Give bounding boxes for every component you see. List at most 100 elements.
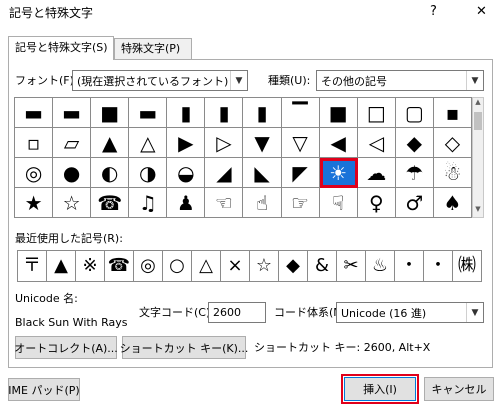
tab-symbols[interactable]: 記号と特殊文字(S)	[8, 36, 114, 60]
symbol-cell[interactable]: ☝	[243, 188, 282, 218]
chevron-down-icon: ▼	[466, 71, 483, 90]
symbol-cell[interactable]: ▲	[91, 128, 130, 158]
font-select[interactable]: (現在選択されているフォント) ▼	[72, 70, 248, 91]
symbol-cell[interactable]: ☟	[319, 188, 358, 218]
symbol-cell[interactable]: ◇	[433, 128, 472, 158]
symbol-grid[interactable]: ▬ ▬ ■ ▬ ▮ ▮ ▮ ▔ ■ □ ▢ ▪ ▫ ▱ ▲ △ ▶ ▷ ▼ ▽ ◀ ◁ ◆ ◇ ◎ ● ◐ ◑ ◒ ◢ ◣ ◤ ☀ ☁ ☂ ☃ ★ ☆ ☎ ♫…	[14, 97, 472, 218]
shortcut-key-button[interactable]: ショートカット キー(K)...	[120, 336, 248, 359]
symbol-cell[interactable]: ▪	[433, 98, 472, 128]
symbol-cell[interactable]: ◑	[129, 158, 168, 188]
char-code-label: 文字コード(C):	[139, 306, 214, 319]
recent-symbol-cell[interactable]: ・	[424, 251, 453, 282]
symbol-cell[interactable]: ▷	[205, 128, 244, 158]
unicode-name-value: Black Sun With Rays	[15, 316, 128, 329]
symbol-cell[interactable]: □	[357, 98, 396, 128]
symbol-cell[interactable]: ▢	[395, 98, 434, 128]
symbol-cell[interactable]: ●	[53, 158, 92, 188]
scrollbar-thumb[interactable]	[474, 112, 482, 130]
symbol-cell[interactable]: ◒	[167, 158, 206, 188]
help-button[interactable]: ?	[430, 5, 437, 19]
ime-pad-button[interactable]: IME パッド(P)	[8, 378, 80, 401]
symbol-cell[interactable]: ◀	[319, 128, 358, 158]
cancel-button[interactable]: キャンセル	[424, 377, 494, 401]
recent-symbol-cell[interactable]: ○	[163, 251, 192, 282]
symbol-cell[interactable]: ♟	[167, 188, 206, 218]
symbol-cell[interactable]: ▬	[53, 98, 92, 128]
char-code-value: 2600	[213, 306, 241, 319]
symbol-cell[interactable]: ▶	[167, 128, 206, 158]
subset-select[interactable]: その他の記号 ▼	[316, 70, 484, 91]
chevron-down-icon: ▼	[230, 71, 247, 90]
scrollbar-down-icon[interactable]: ▼	[473, 205, 483, 217]
recent-symbol-cell[interactable]: ♨	[366, 251, 395, 282]
font-select-value: (現在選択されているフォント)	[77, 74, 229, 88]
scrollbar-up-icon[interactable]: ▲	[473, 98, 483, 110]
symbol-cell[interactable]: ♠	[433, 188, 472, 218]
symbol-cell[interactable]: ◁	[357, 128, 396, 158]
symbol-cell[interactable]: ▮	[243, 98, 282, 128]
recent-symbol-cell[interactable]: ×	[221, 251, 250, 282]
symbol-cell[interactable]: ☎	[91, 188, 130, 218]
recent-symbol-cell[interactable]: ※	[76, 251, 105, 282]
recent-symbol-cell[interactable]: ☆	[250, 251, 279, 282]
window-title: 記号と特殊文字	[9, 6, 94, 20]
symbol-cell[interactable]: ☃	[433, 158, 472, 188]
symbol-cell[interactable]: ▼	[243, 128, 282, 158]
recent-symbol-cell[interactable]: ▲	[47, 251, 76, 282]
symbol-cell[interactable]: ◣	[243, 158, 282, 188]
symbol-cell[interactable]: ☜	[205, 188, 244, 218]
close-icon[interactable]: ✕	[476, 5, 487, 19]
symbol-cell[interactable]: ▱	[53, 128, 92, 158]
tab-special-characters[interactable]: 特殊文字(P)	[114, 38, 192, 60]
unicode-name-label: Unicode 名:	[15, 292, 78, 305]
symbol-cell[interactable]: ▬	[129, 98, 168, 128]
symbol-cell[interactable]: ▮	[205, 98, 244, 128]
tab-symbols-label: 記号と特殊文字(S)	[15, 41, 108, 54]
shortcut-info: ショートカット キー: 2600, Alt+X	[254, 341, 431, 354]
font-label: フォント(F):	[15, 74, 78, 87]
symbol-cell[interactable]: ☂	[395, 158, 434, 188]
recent-symbol-cell[interactable]: ・	[395, 251, 424, 282]
symbol-cell[interactable]: ◤	[281, 158, 320, 188]
recent-symbol-cell[interactable]: ✂	[337, 251, 366, 282]
recent-label: 最近使用した記号(R):	[15, 232, 123, 245]
symbol-cell[interactable]: ♀	[357, 188, 396, 218]
tab-special-characters-label: 特殊文字(P)	[121, 42, 181, 55]
recent-symbol-cell[interactable]: &	[308, 251, 337, 282]
autocorrect-button[interactable]: オートコレクト(A)...	[14, 336, 118, 359]
symbol-cell[interactable]: ☆	[53, 188, 92, 218]
code-system-value: Unicode (16 進)	[341, 306, 427, 320]
symbol-cell[interactable]: ▮	[167, 98, 206, 128]
recent-symbol-cell[interactable]: △	[192, 251, 221, 282]
subset-select-value: その他の記号	[321, 74, 387, 88]
recent-symbol-cell[interactable]: ㈱	[453, 251, 482, 282]
recent-symbols[interactable]: 〒 ▲ ※ ☎ ◎ ○ △ × ☆ ◆ & ✂ ♨ ・・㈱	[17, 250, 482, 282]
symbol-cell[interactable]: ▽	[281, 128, 320, 158]
symbol-cell[interactable]: ▫	[15, 128, 54, 158]
chevron-down-icon: ▼	[466, 303, 483, 322]
symbol-cell[interactable]: ■	[91, 98, 130, 128]
symbol-cell[interactable]: ◢	[205, 158, 244, 188]
subset-label: 種類(U):	[268, 74, 311, 87]
symbol-cell[interactable]: ▬	[15, 98, 54, 128]
char-code-input[interactable]: 2600	[208, 302, 266, 323]
recent-symbol-cell[interactable]: ☎	[105, 251, 134, 282]
insert-button[interactable]: 挿入(I)	[341, 374, 419, 404]
symbol-cell[interactable]: ◐	[91, 158, 130, 188]
recent-symbol-cell[interactable]: ◆	[279, 251, 308, 282]
code-system-select[interactable]: Unicode (16 進) ▼	[336, 302, 484, 323]
symbol-cell[interactable]: ☁	[357, 158, 396, 188]
recent-symbol-cell[interactable]: 〒	[18, 251, 47, 282]
symbol-grid-scrollbar[interactable]: ▲ ▼	[472, 97, 484, 218]
recent-symbol-cell[interactable]: ◎	[134, 251, 163, 282]
symbol-cell[interactable]: ◎	[15, 158, 54, 188]
symbol-cell[interactable]: ★	[15, 188, 54, 218]
symbol-cell[interactable]: ◆	[395, 128, 434, 158]
symbol-cell-selected[interactable]: ☀	[319, 158, 358, 188]
symbol-cell[interactable]: ■	[319, 98, 358, 128]
symbol-cell[interactable]: ☞	[281, 188, 320, 218]
symbol-cell[interactable]: ♫	[129, 188, 168, 218]
symbol-cell[interactable]: △	[129, 128, 168, 158]
symbol-cell[interactable]: ▔	[281, 98, 320, 128]
symbol-cell[interactable]: ♂	[395, 188, 434, 218]
